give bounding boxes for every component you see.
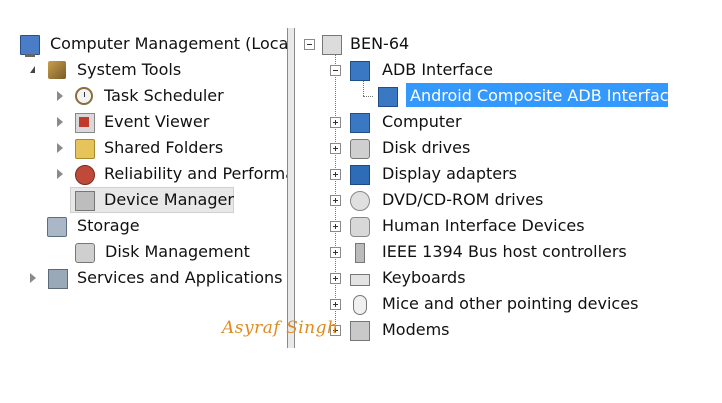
tree-item-label: Human Interface Devices <box>382 216 585 235</box>
storage-icon <box>47 217 67 237</box>
hid-icon <box>350 217 370 237</box>
tree-item-label: Services and Applications <box>77 268 283 287</box>
collapse-arrow-icon[interactable] <box>30 273 36 283</box>
tree-item-keyboards[interactable]: Keyboards <box>330 265 714 291</box>
tree-item-label: Display adapters <box>382 164 518 183</box>
tree-item-android-composite-adb[interactable]: Android Composite ADB Interface <box>378 83 714 109</box>
collapse-arrow-icon[interactable] <box>57 143 63 153</box>
adb-device-icon <box>378 87 398 107</box>
tree-item-shared-folders[interactable]: Shared Folders <box>57 135 287 161</box>
tree-item-hid[interactable]: Human Interface Devices <box>330 213 714 239</box>
display-adapter-icon <box>350 165 370 185</box>
tree-item-system-tools[interactable]: System Tools <box>30 57 287 83</box>
tree-item-label: Task Scheduler <box>104 86 224 105</box>
tree-item-label: Modems <box>382 320 450 339</box>
folder-icon <box>75 139 95 159</box>
tree-item-label: IEEE 1394 Bus host controllers <box>382 242 627 261</box>
expand-arrow-icon[interactable] <box>30 66 35 73</box>
tree-item-ieee-1394[interactable]: IEEE 1394 Bus host controllers <box>330 239 714 265</box>
tree-item-label: Disk Management <box>105 242 250 261</box>
tree-item-label: Disk drives <box>382 138 471 157</box>
tree-item-label: Reliability and Performa <box>104 164 287 183</box>
tree-item-storage[interactable]: Storage <box>47 213 287 239</box>
expand-box-icon[interactable] <box>330 169 341 180</box>
tree-item-task-scheduler[interactable]: Task Scheduler <box>57 83 287 109</box>
mouse-icon <box>353 295 367 315</box>
tree-item-label: Storage <box>77 216 140 235</box>
tree-item-label: System Tools <box>77 60 182 79</box>
collapse-arrow-icon[interactable] <box>57 91 63 101</box>
pane-splitter[interactable] <box>287 28 295 348</box>
device-manager-icon <box>75 191 95 211</box>
dvd-drive-icon <box>350 191 370 211</box>
tree-item-label: Shared Folders <box>104 138 224 157</box>
computer-management-icon <box>20 35 40 57</box>
expand-box-icon[interactable] <box>330 195 341 206</box>
keyboard-icon <box>350 274 370 286</box>
tree-item-label: Mice and other pointing devices <box>382 294 639 313</box>
expand-box-icon[interactable] <box>330 273 341 284</box>
tree-item-disk-management[interactable]: Disk Management <box>75 239 287 265</box>
tools-icon <box>48 61 66 79</box>
tree-item-disk-drives[interactable]: Disk drives <box>330 135 714 161</box>
collapse-arrow-icon[interactable] <box>57 169 63 179</box>
collapse-box-icon[interactable] <box>330 65 341 76</box>
tree-item-label: Keyboards <box>382 268 466 287</box>
clock-icon <box>75 87 93 105</box>
disk-drive-icon <box>350 139 370 159</box>
expand-box-icon[interactable] <box>330 299 341 310</box>
expand-box-icon[interactable] <box>330 221 341 232</box>
console-tree-pane[interactable]: Computer Management (Local System Tools … <box>0 0 287 403</box>
tree-item-label: Event Viewer <box>104 112 210 131</box>
services-icon <box>48 269 68 289</box>
tree-item-label: ADB Interface <box>382 60 493 79</box>
tree-item-reliability[interactable]: Reliability and Performa <box>57 161 287 187</box>
tree-item-modems[interactable]: Modems <box>330 317 714 343</box>
tree-item-mice[interactable]: Mice and other pointing devices <box>330 291 714 317</box>
computer-icon <box>350 113 370 133</box>
tree-item-adb-interface[interactable]: ADB Interface <box>330 57 714 83</box>
event-viewer-icon <box>75 113 95 133</box>
tree-item-label: Computer <box>382 112 462 131</box>
tree-item-label: Android Composite ADB Interface <box>410 86 679 105</box>
modem-icon <box>350 321 370 341</box>
expand-box-icon[interactable] <box>330 247 341 258</box>
tree-guide-line <box>363 96 373 97</box>
ieee-1394-icon <box>355 243 365 263</box>
tree-item-device-manager[interactable]: Device Manager <box>75 187 287 213</box>
tree-item-event-viewer[interactable]: Event Viewer <box>57 109 287 135</box>
reliability-icon <box>75 165 95 185</box>
tree-item-dvd-drives[interactable]: DVD/CD-ROM drives <box>330 187 714 213</box>
device-tree-pane[interactable]: BEN-64 ADB Interface Android Composite A… <box>296 0 722 403</box>
tree-item-display-adapters[interactable]: Display adapters <box>330 161 714 187</box>
tree-item-services-apps[interactable]: Services and Applications <box>30 265 287 291</box>
tree-item-label: Device Manager <box>104 190 234 209</box>
collapse-box-icon[interactable] <box>304 39 315 50</box>
expand-box-icon[interactable] <box>330 143 341 154</box>
tree-item-ben-64[interactable]: BEN-64 <box>304 31 714 57</box>
tree-item-label: DVD/CD-ROM drives <box>382 190 544 209</box>
watermark-signature: Asyraf Singh <box>222 318 339 338</box>
expand-box-icon[interactable] <box>330 117 341 128</box>
adb-interface-icon <box>350 61 370 81</box>
tree-item-computer-management[interactable]: Computer Management (Local <box>20 31 287 57</box>
tree-item-label: BEN-64 <box>350 34 410 53</box>
disk-icon <box>75 243 95 263</box>
computer-icon <box>322 35 342 55</box>
tree-item-label: Computer Management (Local <box>50 34 287 53</box>
tree-item-computer[interactable]: Computer <box>330 109 714 135</box>
collapse-arrow-icon[interactable] <box>57 117 63 127</box>
